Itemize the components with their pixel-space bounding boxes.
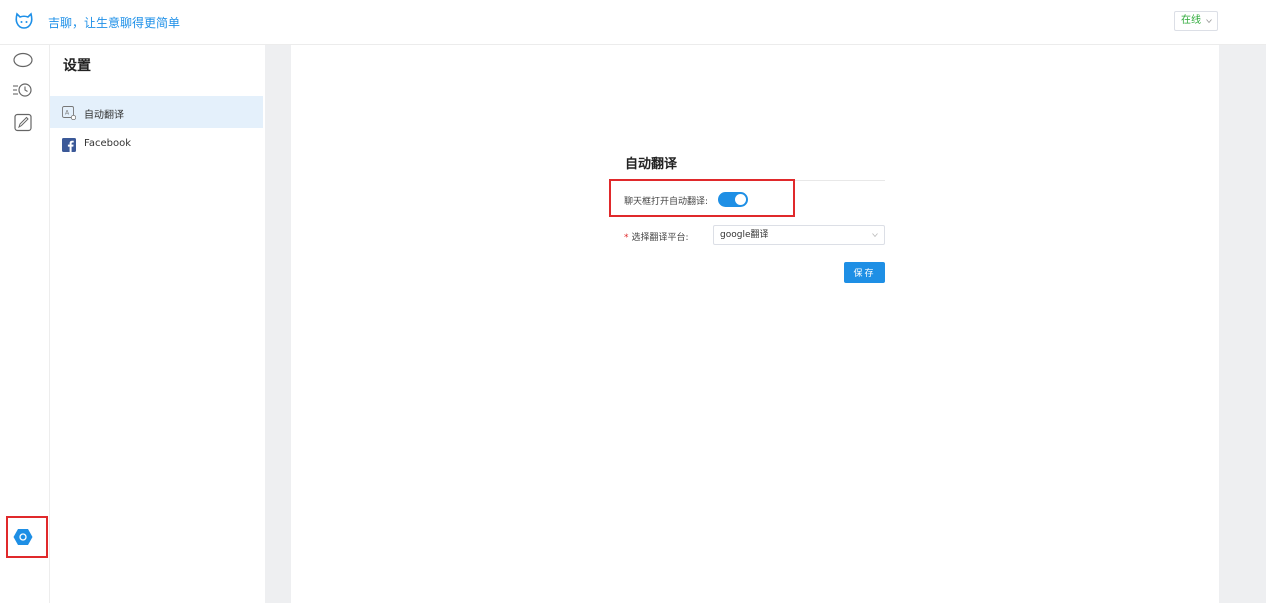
- app-slogan: 吉聊，让生意聊得更简单: [48, 16, 181, 30]
- auto-translate-toggle[interactable]: [718, 192, 748, 207]
- menu-item-label: 自动翻译: [84, 110, 124, 121]
- translate-icon: A: [62, 106, 76, 120]
- cat-face-icon[interactable]: [14, 12, 34, 30]
- platform-select-value: google翻译: [720, 230, 769, 240]
- history-clock-icon[interactable]: [12, 81, 34, 101]
- status-label: 在线: [1181, 15, 1201, 26]
- chevron-down-icon: [1206, 19, 1212, 24]
- menu-item-facebook[interactable]: Facebook: [50, 128, 263, 160]
- menu-item-auto-translate[interactable]: A 自动翻译: [50, 96, 263, 128]
- right-gutter: [1219, 45, 1266, 603]
- save-button[interactable]: 保存: [844, 262, 885, 283]
- menu-item-label: Facebook: [84, 138, 131, 149]
- settings-title: 设置: [63, 58, 91, 74]
- settings-panel: 设置 A 自动翻译 Facebook: [50, 45, 265, 603]
- left-gutter: [265, 45, 291, 603]
- settings-gear-icon[interactable]: [13, 527, 33, 547]
- platform-label-row: * 选择翻译平台:: [624, 230, 689, 243]
- edit-pencil-icon[interactable]: [12, 113, 34, 133]
- form-title: 自动翻译: [625, 157, 678, 172]
- chat-bubble-icon[interactable]: [12, 51, 34, 71]
- top-bar: 吉聊，让生意聊得更简单 在线: [0, 0, 1266, 45]
- icon-sidebar: [0, 45, 50, 603]
- platform-select[interactable]: google翻译: [713, 225, 885, 245]
- toggle-knob: [735, 194, 746, 205]
- facebook-icon: [62, 138, 76, 152]
- platform-label: 选择翻译平台:: [631, 233, 689, 243]
- chevron-down-icon: [872, 233, 878, 238]
- auto-translate-toggle-label: 聊天框打开自动翻译:: [624, 197, 709, 207]
- svg-text:A: A: [65, 110, 70, 117]
- status-dropdown[interactable]: 在线: [1174, 11, 1218, 31]
- main-content: 自动翻译 聊天框打开自动翻译: * 选择翻译平台: google翻译 保存: [291, 45, 1219, 603]
- required-asterisk: *: [624, 233, 629, 243]
